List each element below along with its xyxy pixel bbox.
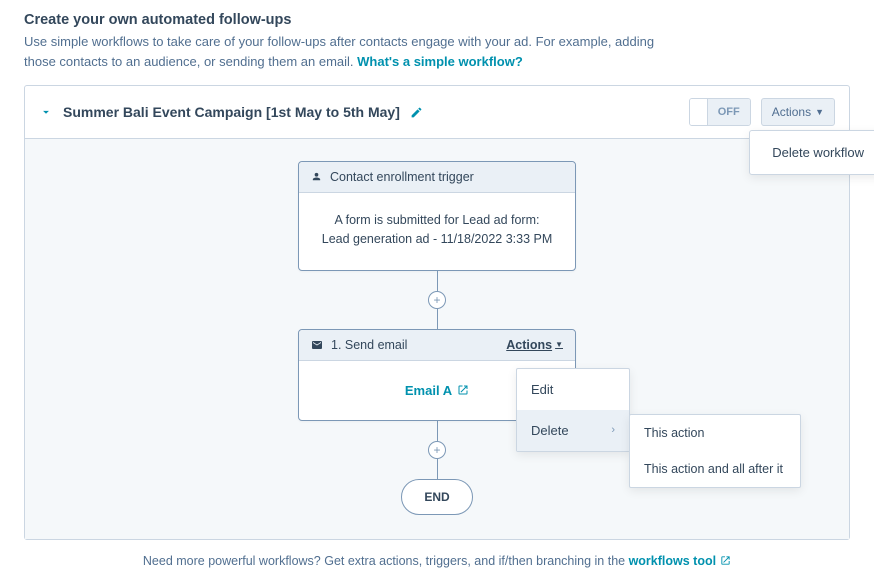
email-link-text: Email A [405, 383, 452, 398]
menu-item-edit[interactable]: Edit [517, 369, 629, 410]
help-link[interactable]: What's a simple workflow? [357, 54, 523, 69]
page-title: Create your own automated follow-ups [24, 12, 850, 28]
trigger-node[interactable]: Contact enrollment trigger A form is sub… [298, 161, 576, 271]
submenu-this-action[interactable]: This action [630, 415, 800, 451]
menu-edit-label: Edit [531, 382, 553, 397]
toggle-label: OFF [708, 99, 750, 125]
connector-line [437, 309, 438, 329]
email-icon [311, 339, 323, 351]
workflow-title: Summer Bali Event Campaign [1st May to 5… [63, 104, 400, 120]
caret-down-icon: ▼ [815, 107, 824, 117]
workflow-toggle[interactable]: OFF [689, 98, 751, 126]
end-node: END [401, 479, 472, 515]
email-node-actions-button[interactable]: Actions ▼ [506, 338, 563, 352]
contact-icon [311, 172, 322, 183]
connector-line [437, 459, 438, 479]
workflow-actions-label: Actions [772, 105, 811, 119]
delete-submenu: This action This action and all after it [629, 414, 801, 488]
trigger-header-label: Contact enrollment trigger [330, 170, 474, 184]
connector-line [437, 271, 438, 291]
edit-title-icon[interactable] [410, 106, 423, 119]
menu-item-delete[interactable]: Delete › [517, 410, 629, 451]
email-node-header: 1. Send email Actions ▼ [299, 330, 575, 361]
workflow-canvas: Contact enrollment trigger A form is sub… [25, 139, 849, 539]
footer-link-text: workflows tool [629, 554, 717, 568]
node-actions-menu: Edit Delete › This action This action an… [516, 368, 630, 452]
subtitle-text: Use simple workflows to take care of you… [24, 34, 654, 69]
caret-down-icon: ▼ [555, 340, 563, 349]
page-subtitle: Use simple workflows to take care of you… [24, 32, 664, 71]
workflow-actions-button[interactable]: Actions ▼ [761, 98, 835, 126]
footer-text: Need more powerful workflows? Get extra … [143, 554, 629, 568]
workflow-header: Summer Bali Event Campaign [1st May to 5… [25, 86, 849, 139]
toggle-handle [690, 99, 708, 125]
external-link-icon [720, 555, 731, 566]
trigger-node-header: Contact enrollment trigger [299, 162, 575, 193]
connector-line [437, 421, 438, 441]
footer: Need more powerful workflows? Get extra … [24, 554, 850, 568]
add-step-button[interactable]: + [428, 291, 446, 309]
chevron-right-icon: › [611, 424, 615, 436]
trigger-node-body: A form is submitted for Lead ad form: Le… [299, 193, 575, 270]
external-link-icon [457, 384, 469, 396]
add-step-button[interactable]: + [428, 441, 446, 459]
email-actions-label: Actions [506, 338, 552, 352]
submenu-this-and-after[interactable]: This action and all after it [630, 451, 800, 487]
workflows-tool-link[interactable]: workflows tool [629, 554, 732, 568]
delete-workflow-menu-item[interactable]: Delete workflow [749, 130, 874, 175]
email-header-label: 1. Send email [331, 338, 407, 352]
collapse-toggle-icon[interactable] [39, 105, 53, 119]
workflow-card: Summer Bali Event Campaign [1st May to 5… [24, 85, 850, 540]
menu-delete-label: Delete [531, 423, 569, 438]
